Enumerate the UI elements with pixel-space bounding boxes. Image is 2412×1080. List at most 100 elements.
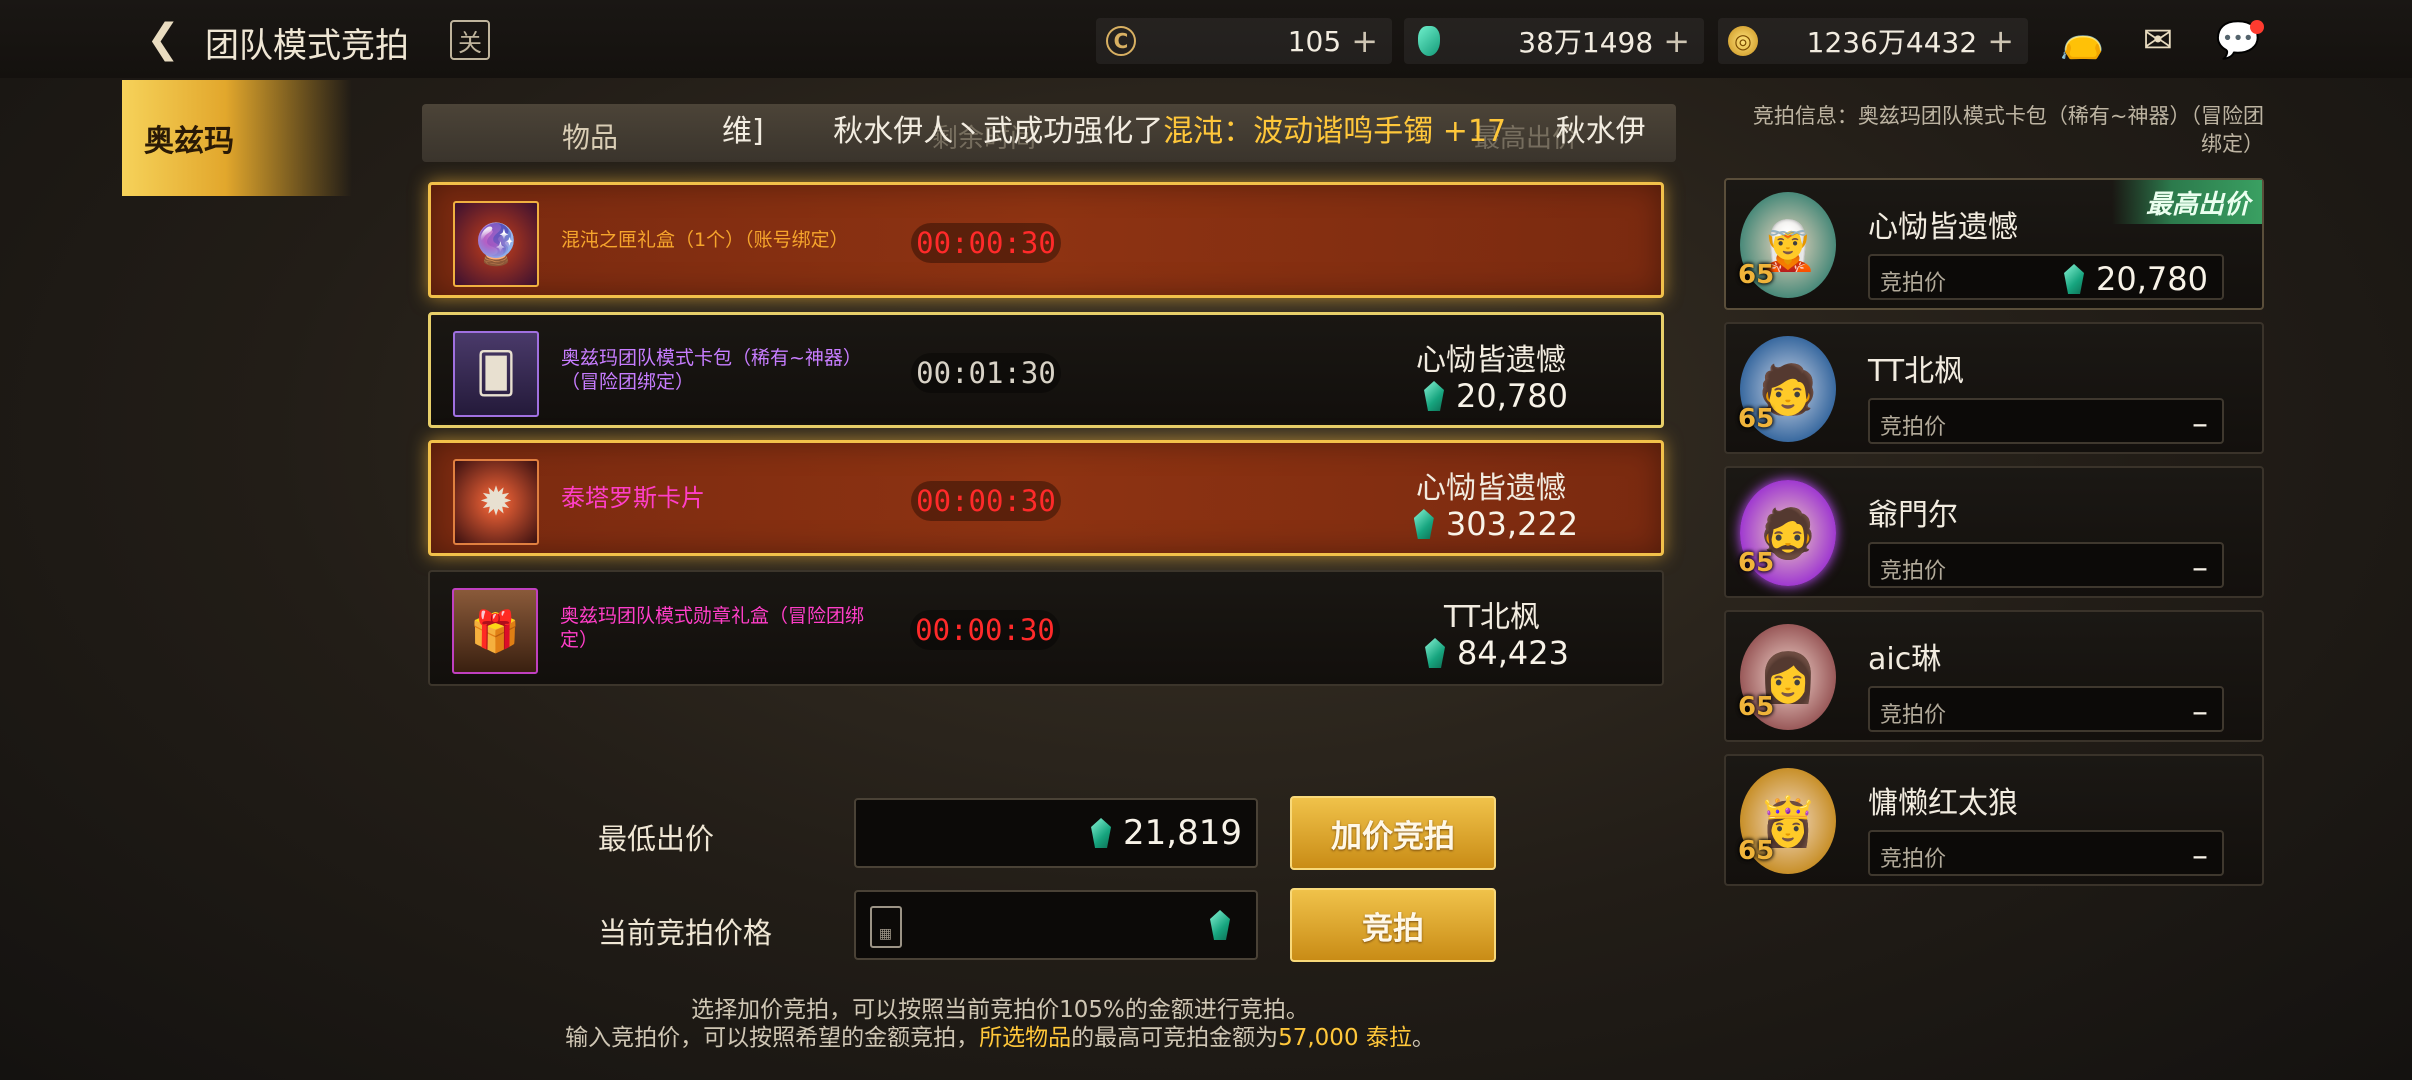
card-pack-icon: 🂠 xyxy=(453,331,539,417)
add-gold-currency-button[interactable]: + xyxy=(1987,22,2014,60)
item-timer: 00:00:30 xyxy=(911,481,1061,521)
bidder-level: 65 xyxy=(1738,404,1775,434)
page-title: 团队模式竞拍 xyxy=(205,26,409,66)
bidder-price: 竞拍价 – xyxy=(1868,686,2224,732)
hint2-part-b: 所选物品 xyxy=(979,1025,1072,1051)
gold-currency-display: ◎ 1236万4432 + xyxy=(1718,18,2028,64)
c-coin-icon: C xyxy=(1106,26,1136,56)
add-gem-currency-button[interactable]: + xyxy=(1663,22,1690,60)
min-bid-field: 21,819 xyxy=(854,798,1258,868)
bidder-price: 竞拍价 – xyxy=(1868,542,2224,588)
ticker-highlight: 混沌：波动谐鸣手镯 +17 xyxy=(1163,114,1507,146)
bidder-card: 🧑 65 TT北枫 竞拍价 – xyxy=(1724,322,2264,454)
hint2-part-e: 。 xyxy=(1411,1025,1435,1051)
bidder-card: 👩 65 aic琳 竞拍价 – xyxy=(1724,610,2264,742)
bidder-level: 65 xyxy=(1738,260,1775,290)
bidder-card: 👸 65 慵懒红太狼 竞拍价 – xyxy=(1724,754,2264,886)
medal-box-icon: 🎁 xyxy=(452,588,538,674)
bidder-name: aic琳 xyxy=(1868,642,1942,677)
current-bid-label: 当前竞拍价格 xyxy=(598,916,773,950)
bidder-price: 竞拍价 20,780 xyxy=(1868,254,2224,300)
auction-info: 竞拍信息：奥兹玛团队模式卡包（稀有~神器）（冒险团绑定） xyxy=(1752,104,2264,156)
top-bid-value: 20,780 xyxy=(1456,377,1568,415)
item-name: 奥兹玛团队模式勋章礼盒（冒险团绑定） xyxy=(560,605,865,651)
hint2-part-d: 57,000 泰拉 xyxy=(1278,1025,1412,1051)
chaos-box-icon: 🔮 xyxy=(453,201,539,287)
ticker-suffix: 秋水伊 xyxy=(1555,114,1646,146)
auction-row[interactable]: 🂠 奥兹玛团队模式卡包（稀有~神器）（冒险团绑定） 00:01:30 心恸皆遗憾… xyxy=(428,312,1664,428)
back-arrow-icon[interactable]: ❮ xyxy=(135,14,191,64)
hint2-part-a: 输入竞拍价，可以按照希望的金额竞拍， xyxy=(565,1025,980,1051)
price-value: – xyxy=(2192,404,2208,442)
item-timer: 00:00:30 xyxy=(911,223,1061,263)
top-bid: 20,780 xyxy=(1391,377,1601,415)
bidder-card: 🧝 65 心恸皆遗憾 最高出价 竞拍价 20,780 xyxy=(1724,178,2264,310)
bidder-name: 心恸皆遗憾 xyxy=(1868,210,2018,245)
gem-icon xyxy=(1418,26,1440,56)
hint-line-2: 输入竞拍价，可以按照希望的金额竞拍，所选物品的最高可竞拍金额为57,000 泰拉… xyxy=(500,1018,1500,1052)
price-value: 20,780 xyxy=(2096,260,2208,298)
highest-bid-badge: 最高出价 xyxy=(2112,180,2262,224)
calendar-icon[interactable]: 关 xyxy=(450,20,490,60)
bidder-level: 65 xyxy=(1738,692,1775,722)
min-bid-value: 21,819 xyxy=(1123,813,1242,853)
ticker-prefix: 维] xyxy=(722,114,764,146)
card-icon: ✹ xyxy=(453,459,539,545)
bidder-price: 竞拍价 – xyxy=(1868,398,2224,444)
gem-icon xyxy=(1425,638,1446,668)
bidder-level: 65 xyxy=(1738,548,1775,578)
column-item-label: 物品 xyxy=(562,121,619,154)
gold-coin-icon: ◎ xyxy=(1728,26,1758,56)
gold-currency-value: 1236万4432 xyxy=(1806,26,1978,59)
raise-bid-button[interactable]: 加价竞拍 xyxy=(1290,796,1496,870)
gem-icon xyxy=(1424,381,1445,411)
item-timer: 00:00:30 xyxy=(910,610,1060,650)
bag-icon[interactable]: 👝 xyxy=(2056,16,2108,64)
list-header: 物品 剩余时间 最高出价 维] 秋水伊人丶武成功强化了混沌：波动谐鸣手镯 +17… xyxy=(422,104,1676,162)
bidder-price: 竞拍价 – xyxy=(1868,830,2224,876)
price-label: 竞拍价 xyxy=(1880,703,1947,728)
price-label: 竞拍价 xyxy=(1880,559,1947,584)
bid-button[interactable]: 竞拍 xyxy=(1290,888,1496,962)
auction-row[interactable]: 🔮 混沌之匣礼盒（1个）（账号绑定） 00:00:30 xyxy=(428,182,1664,298)
price-label: 竞拍价 xyxy=(1880,415,1947,440)
add-c-currency-button[interactable]: + xyxy=(1351,22,1378,60)
c-currency-value: 105 xyxy=(1287,24,1342,58)
top-bid-value: 84,423 xyxy=(1457,634,1569,672)
top-bidder-name: 心恸皆遗憾 xyxy=(1416,471,1566,506)
bidder-name: TT北枫 xyxy=(1868,354,1965,389)
min-bid-label: 最低出价 xyxy=(598,822,715,856)
item-name: 奥兹玛团队模式卡包（稀有~神器）（冒险团绑定） xyxy=(561,347,862,393)
top-bar: ❮ 团队模式竞拍 关 C 105 + 38万1498 + ◎ 1236万4432… xyxy=(0,0,2412,78)
ticker-text: 秋水伊人丶武成功强化了 xyxy=(833,114,1164,146)
c-currency-display: C 105 + xyxy=(1096,18,1392,64)
gem-icon xyxy=(1210,910,1230,940)
item-name: 混沌之匣礼盒（1个）（账号绑定） xyxy=(561,229,849,251)
gem-currency-value: 38万1498 xyxy=(1518,26,1654,59)
gem-icon xyxy=(1091,818,1112,848)
mail-icon[interactable]: ✉ xyxy=(2132,16,2184,64)
tab-ozma[interactable]: 奥兹玛 xyxy=(122,80,352,196)
gem-currency-display: 38万1498 + xyxy=(1404,18,1704,64)
calculator-icon[interactable]: ▦ xyxy=(870,906,902,948)
top-bid-value: 303,222 xyxy=(1445,505,1579,543)
broadcast-ticker: 维] 秋水伊人丶武成功强化了混沌：波动谐鸣手镯 +17 秋水伊 xyxy=(722,106,1672,146)
top-bid: 84,423 xyxy=(1392,634,1602,672)
hint2-part-c: 的最高可竞拍金额为 xyxy=(1071,1025,1279,1051)
bidder-level: 65 xyxy=(1738,836,1775,866)
bid-amount-input[interactable]: ▦ xyxy=(854,890,1258,960)
price-label: 竞拍价 xyxy=(1880,271,1947,296)
price-value: – xyxy=(2192,692,2208,730)
price-value: – xyxy=(2192,836,2208,874)
bidder-card: 🧔 65 爺門尔 竞拍价 – xyxy=(1724,466,2264,598)
gem-icon xyxy=(1413,509,1434,539)
bidder-name: 爺門尔 xyxy=(1868,498,1958,533)
auction-row[interactable]: 🎁 奥兹玛团队模式勋章礼盒（冒险团绑定） 00:00:30 TT北枫 84,42… xyxy=(428,570,1664,686)
notification-dot xyxy=(2250,20,2264,34)
top-bid: 303,222 xyxy=(1391,505,1601,543)
bidder-name: 慵懒红太狼 xyxy=(1868,786,2018,821)
auction-row[interactable]: ✹ 泰塔罗斯卡片 00:00:30 心恸皆遗憾 303,222 xyxy=(428,440,1664,556)
item-timer: 00:01:30 xyxy=(911,353,1061,393)
gem-icon xyxy=(2064,264,2085,294)
item-name: 泰塔罗斯卡片 xyxy=(561,484,705,512)
